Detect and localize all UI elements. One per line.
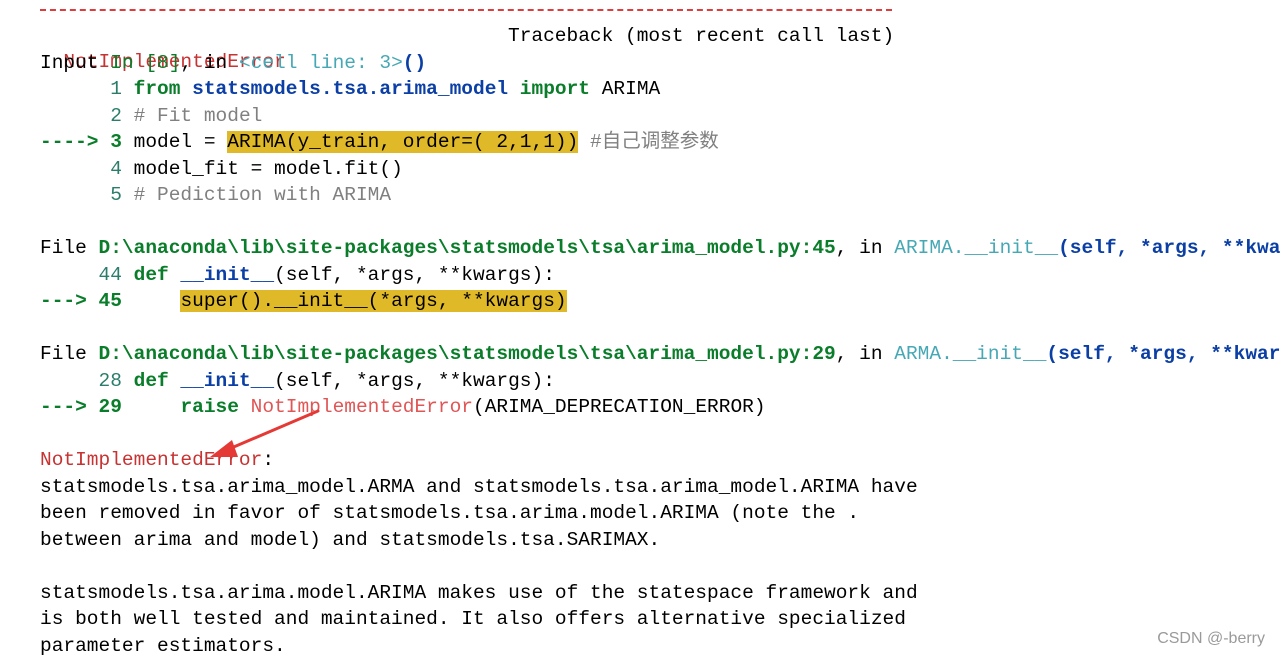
frame-2-line-29: ---> 29 raise NotImplementedError(ARIMA_… bbox=[40, 396, 766, 418]
traceback-header: NotImplementedError bbox=[40, 23, 285, 73]
cell-label: In [8] bbox=[110, 52, 181, 74]
code-line-1: 1 from statsmodels.tsa.arima_model impor… bbox=[110, 78, 661, 100]
frame-2-line-28: 28 def __init__(self, *args, **kwargs): bbox=[98, 370, 555, 392]
frame-1-func: ARIMA.__init__ bbox=[894, 237, 1059, 259]
error-message-line: statsmodels.tsa.arima_model.ARMA and sta… bbox=[40, 476, 918, 498]
code-line-2: 2 # Fit model bbox=[110, 105, 263, 127]
frame-1-line-45: ---> 45 super().__init__(*args, **kwargs… bbox=[40, 290, 567, 312]
error-message-line: statsmodels.tsa.arima.model.ARIMA makes … bbox=[40, 582, 918, 604]
code-line-5: 5 # Pediction with ARIMA bbox=[110, 184, 392, 206]
frame-1-line-44: 44 def __init__(self, *args, **kwargs): bbox=[98, 264, 555, 286]
frame-1-file-line: File D:\anaconda\lib\site-packages\stats… bbox=[40, 237, 1281, 259]
error-arrow: ----> bbox=[40, 131, 99, 153]
cell-location: <cell line: 3> bbox=[238, 52, 403, 74]
error-message-line: been removed in favor of statsmodels.tsa… bbox=[40, 502, 860, 524]
frame-1-path: D:\anaconda\lib\site-packages\statsmodel… bbox=[98, 237, 836, 259]
frame-2-path: D:\anaconda\lib\site-packages\statsmodel… bbox=[98, 343, 836, 365]
traceback-separator bbox=[40, 9, 892, 21]
highlighted-call: ARIMA(y_train, order=( 2,1,1)) bbox=[227, 131, 579, 153]
input-location-line: Input In [8], in <cell line: 3>() bbox=[40, 52, 427, 74]
error-message-line: between arima and model) and statsmodels… bbox=[40, 529, 661, 551]
frame-2-file-line: File D:\anaconda\lib\site-packages\stats… bbox=[40, 343, 1281, 365]
error-message-line: is both well tested and maintained. It a… bbox=[40, 608, 906, 630]
annotation-arrow-icon bbox=[210, 409, 320, 457]
frame-1-highlight: super().__init__(*args, **kwargs) bbox=[180, 290, 567, 312]
traceback-title: Traceback (most recent call last) bbox=[508, 25, 895, 47]
error-message-line: parameter estimators. bbox=[40, 635, 286, 657]
frame-2-func: ARMA.__init__ bbox=[894, 343, 1047, 365]
code-line-3-error: ----> 3 model = ARIMA(y_train, order=( 2… bbox=[40, 131, 719, 153]
code-line-4: 4 model_fit = model.fit() bbox=[110, 158, 403, 180]
watermark: CSDN @-berry bbox=[1157, 630, 1265, 647]
